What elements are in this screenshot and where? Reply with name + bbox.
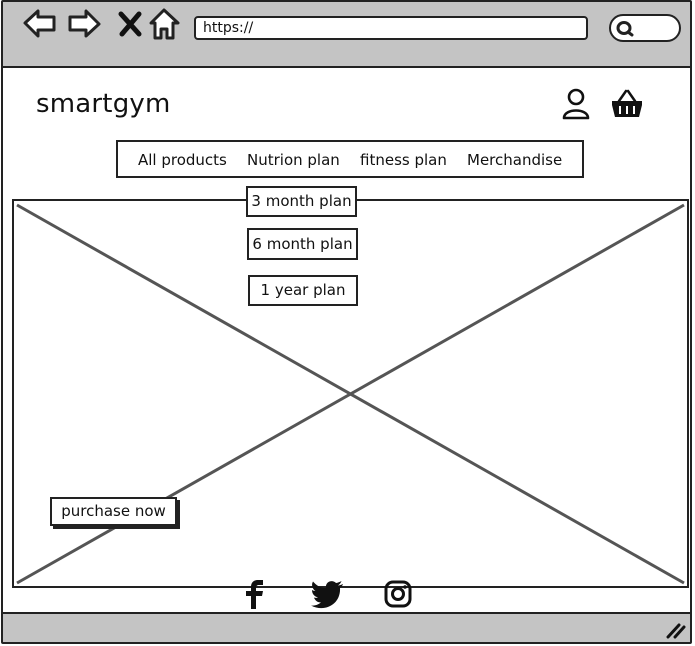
browser-toolbar: https:// [3, 2, 690, 68]
plan-6-month[interactable]: 6 month plan [247, 228, 358, 260]
home-icon[interactable] [147, 6, 183, 42]
facebook-icon[interactable] [243, 579, 267, 611]
url-input[interactable]: https:// [194, 16, 588, 40]
browser-window: https:// smartgym All products Nutrion p… [1, 0, 692, 644]
plan-3-month[interactable]: 3 month plan [246, 186, 357, 217]
close-icon[interactable] [113, 6, 149, 42]
browser-search[interactable] [609, 14, 681, 42]
basket-icon[interactable] [609, 88, 645, 120]
menu-item-fitness-plan[interactable]: fitness plan [360, 151, 447, 169]
menu-item-all-products[interactable]: All products [138, 151, 227, 169]
category-menu: All products Nutrion plan fitness plan M… [116, 140, 584, 178]
brand-logo[interactable]: smartgym [36, 89, 171, 119]
user-icon[interactable] [561, 87, 591, 121]
instagram-icon[interactable] [384, 580, 412, 608]
plan-1-year[interactable]: 1 year plan [248, 275, 358, 306]
forward-arrow-icon[interactable] [67, 6, 103, 42]
menu-item-nutrition-plan[interactable]: Nutrion plan [247, 151, 340, 169]
twitter-icon[interactable] [310, 580, 344, 609]
resize-grip-icon[interactable] [664, 621, 686, 639]
purchase-now-button[interactable]: purchase now [50, 497, 177, 526]
search-icon [616, 21, 634, 37]
browser-statusbar [3, 612, 690, 642]
back-arrow-icon[interactable] [21, 6, 57, 42]
menu-item-merchandise[interactable]: Merchandise [467, 151, 562, 169]
